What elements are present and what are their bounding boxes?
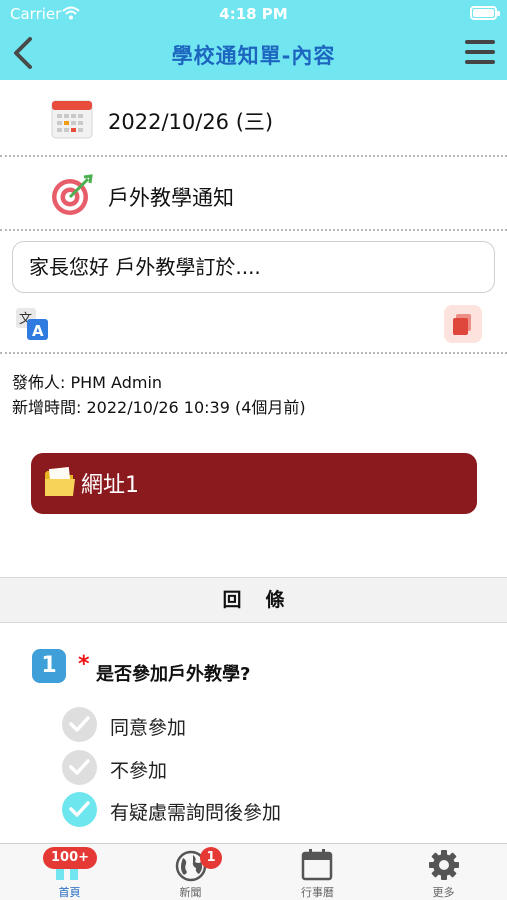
check-icon [69,801,90,817]
option-ask-then-join[interactable]: 有疑慮需詢問後參加 [62,792,482,828]
tab-more[interactable]: 更多 [380,844,507,900]
svg-text:A: A [32,322,44,340]
tab-calendar[interactable]: 行事曆 [254,844,381,900]
notification-badge: 100+ [43,847,97,869]
option-label: 不參加 [110,760,168,782]
translate-icon[interactable]: 文 A [14,306,50,342]
tab-label: 新聞 [179,886,202,899]
divider [0,352,507,354]
notice-subject: 戶外教學通知 [108,186,234,210]
created-time-text: 新增時間: 2022/10/26 10:39 (4個月前) [12,398,306,417]
tab-label: 更多 [432,886,455,899]
check-icon [69,759,90,775]
option-agree[interactable]: 同意參加 [62,707,482,743]
required-mark: * [78,652,90,677]
check-circle [62,707,97,742]
calendar-icon [301,849,333,881]
screen: Carrier 4:18 PM 學校通知單-內容 2022/10/26 (三) … [0,0,507,900]
menu-button[interactable] [463,38,497,68]
option-label: 同意參加 [110,717,187,739]
tab-label: 首頁 [58,886,81,899]
option-label: 有疑慮需詢問後參加 [110,802,282,824]
hamburger-icon [465,40,495,44]
gear-icon [429,850,459,880]
check-circle [62,750,97,785]
page-title: 學校通知單-內容 [171,44,336,68]
calendar-icon [51,100,93,139]
status-time: 4:18 PM [219,5,288,23]
status-bar: Carrier 4:18 PM [0,0,507,28]
option-decline[interactable]: 不參加 [62,750,482,786]
copy-icon [453,314,471,335]
tab-news[interactable]: 1 新聞 [127,844,254,900]
folder-icon [45,467,75,496]
check-circle-selected [62,792,97,827]
notice-date: 2022/10/26 (三) [108,110,274,134]
divider [0,229,507,231]
publisher-text: 發佈人: PHM Admin [12,373,163,392]
subject-row: 戶外教學通知 [0,156,507,232]
link-button-label: 網址1 [81,473,139,498]
target-icon [52,174,93,215]
notification-badge: 1 [200,847,222,869]
tab-home[interactable]: 100+ 首頁 [6,844,133,900]
question-number-badge: 1 [32,649,66,683]
copy-button[interactable] [444,305,482,343]
notice-message: 家長您好 戶外教學訂於.... [12,241,495,293]
battery-icon [470,6,500,20]
tab-bar: 100+ 首頁 1 新聞 行事曆 更多 [0,843,507,900]
question-text: 是否參加戶外教學? [96,664,251,685]
link-button[interactable]: 網址1 [31,453,477,514]
top-bar: Carrier 4:18 PM 學校通知單-內容 [0,0,507,80]
check-icon [69,716,90,732]
reply-header: 回條 [0,577,507,623]
tab-label: 行事曆 [301,886,334,899]
date-row: 2022/10/26 (三) [0,80,507,156]
